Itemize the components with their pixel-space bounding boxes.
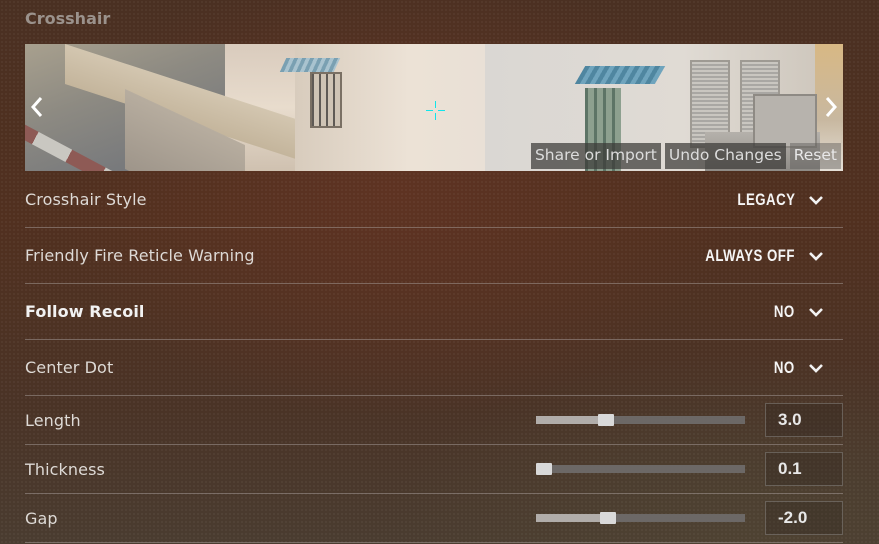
friendly-fire-warning-dropdown[interactable]: ALWAYS OFF	[680, 228, 843, 283]
setting-row-crosshair-style: Crosshair Style LEGACY	[25, 172, 843, 228]
undo-changes-button[interactable]: Undo Changes	[664, 143, 786, 169]
length-input[interactable]	[765, 403, 843, 437]
dropdown-value: LEGACY	[736, 189, 795, 209]
slider-thumb[interactable]	[599, 512, 616, 524]
setting-row-follow-recoil: Follow Recoil NO	[25, 284, 843, 340]
chevron-right-icon	[825, 97, 838, 117]
crosshair-style-dropdown[interactable]: LEGACY	[721, 172, 843, 227]
setting-label: Friendly Fire Reticle Warning	[25, 246, 255, 265]
chevron-left-icon	[30, 97, 43, 117]
dropdown-value: NO	[774, 301, 795, 321]
setting-label: Crosshair Style	[25, 190, 147, 209]
setting-row-friendly-fire-reticle-warning: Friendly Fire Reticle Warning ALWAYS OFF	[25, 228, 843, 284]
next-preview-button[interactable]	[821, 92, 841, 122]
reset-button[interactable]: Reset	[789, 143, 841, 169]
setting-label: Thickness	[25, 459, 105, 479]
chevron-down-icon	[809, 251, 823, 261]
crosshair-preview-reticle	[426, 101, 445, 120]
setting-label: Gap	[25, 508, 58, 528]
setting-row-length: Length	[25, 396, 843, 445]
chevron-down-icon	[809, 363, 823, 373]
dropdown-value: ALWAYS OFF	[705, 245, 795, 265]
follow-recoil-dropdown[interactable]: NO	[768, 284, 843, 339]
chevron-down-icon	[809, 195, 823, 205]
crosshair-preview: Share or Import Undo Changes Reset	[25, 44, 843, 171]
setting-row-gap: Gap	[25, 494, 843, 543]
section-title: Crosshair	[25, 9, 111, 28]
slider-fill	[536, 416, 606, 424]
setting-row-center-dot: Center Dot NO	[25, 340, 843, 396]
share-or-import-button[interactable]: Share or Import	[530, 143, 661, 169]
setting-label: Follow Recoil	[25, 302, 145, 321]
thickness-slider[interactable]	[536, 463, 745, 475]
length-slider[interactable]	[536, 414, 745, 426]
dropdown-value: NO	[774, 357, 795, 377]
setting-label: Center Dot	[25, 358, 114, 377]
setting-row-thickness: Thickness	[25, 445, 843, 494]
previous-preview-button[interactable]	[27, 92, 47, 122]
chevron-down-icon	[809, 307, 823, 317]
slider-fill	[536, 514, 608, 522]
slider-thumb[interactable]	[536, 463, 552, 475]
gap-slider[interactable]	[536, 512, 745, 524]
crosshair-settings-list: Crosshair Style LEGACY Friendly Fire Ret…	[25, 172, 843, 543]
center-dot-dropdown[interactable]: NO	[768, 340, 843, 395]
gap-input[interactable]	[765, 501, 843, 535]
thickness-input[interactable]	[765, 452, 843, 486]
setting-label: Length	[25, 410, 81, 430]
slider-thumb[interactable]	[597, 414, 614, 426]
